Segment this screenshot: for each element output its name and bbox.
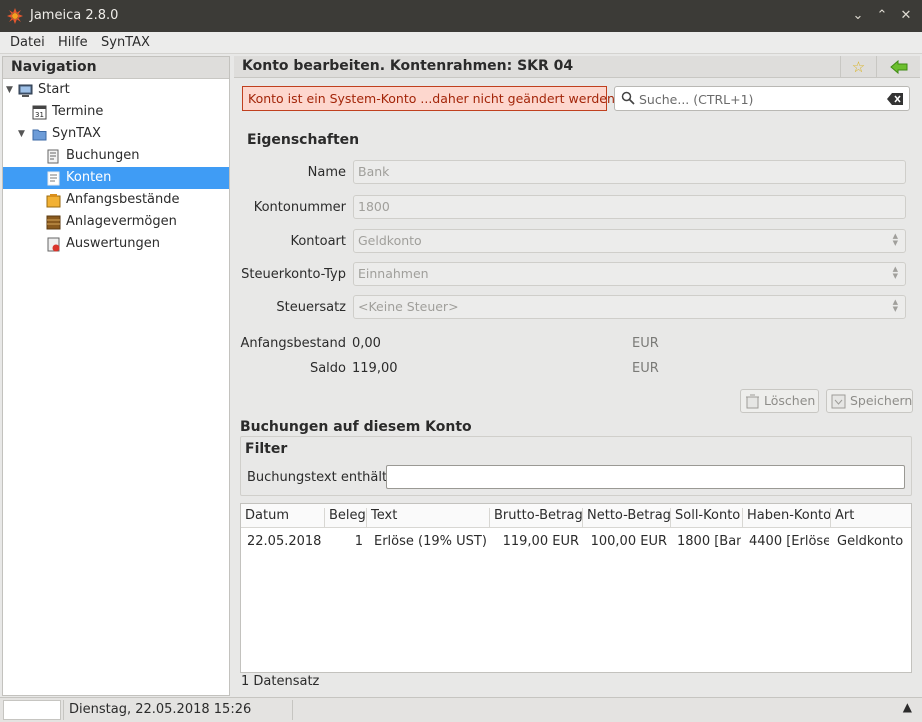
navigation-header: Navigation: [3, 57, 229, 79]
account-number-label: Kontonummer: [253, 200, 346, 215]
balance-label: Saldo: [309, 361, 346, 376]
minimize-icon[interactable]: ⌄: [848, 6, 868, 26]
balance-value: 119,00: [352, 361, 398, 376]
cell-art: Geldkonto: [837, 534, 904, 549]
record-count: 1 Datensatz: [241, 674, 320, 689]
tax-rate-select: <Keine Steuer> ▲ ▼: [353, 295, 906, 319]
properties-title: Eigenschaften: [247, 132, 360, 148]
spinner-icon: ▲ ▼: [892, 298, 898, 313]
nav-item-anlagevermoegen[interactable]: Anlagevermögen: [3, 211, 229, 233]
account-type-label: Kontoart: [290, 234, 346, 249]
cell-beleg: 1: [354, 534, 363, 549]
cell-brutto: 119,00 EUR: [502, 534, 579, 549]
menu-syntax[interactable]: SynTAX: [101, 35, 150, 50]
delete-button[interactable]: Löschen: [740, 389, 819, 413]
nav-item-label: SynTAX: [52, 126, 101, 141]
title-bar: Jameica 2.8.0 ⌄ ⌃ ✕: [0, 0, 922, 32]
nav-item-label: Auswertungen: [66, 236, 160, 251]
jameica-app-icon: [7, 8, 23, 24]
menu-hilfe[interactable]: Hilfe: [58, 35, 88, 50]
folder-icon: [32, 129, 47, 141]
maximize-icon[interactable]: ⌃: [872, 6, 892, 26]
calendar-icon-day: 31: [35, 111, 44, 119]
opening-balance-label: Anfangsbestand: [240, 336, 346, 351]
status-datetime: Dienstag, 22.05.2018 15:26: [63, 700, 293, 720]
account-number-field: 1800: [353, 195, 906, 219]
clear-search-icon[interactable]: [887, 93, 903, 105]
menu-bar: Datei Hilfe SynTAX: [0, 32, 922, 54]
cell-soll: 1800 [Ban: [677, 534, 741, 549]
save-icon: [831, 394, 846, 409]
status-bar: Dienstag, 22.05.2018 15:26 ▲: [0, 697, 922, 722]
nav-item-label: Start: [38, 82, 70, 97]
nav-item-termine[interactable]: 31 Termine: [3, 101, 229, 123]
nav-item-label: Anfangsbestände: [66, 192, 180, 207]
main-panel: Konto bearbeiten. Kontenrahmen: SKR 04 ☆…: [234, 56, 920, 696]
nav-item-label: Buchungen: [66, 148, 140, 163]
nav-item-label: Konten: [66, 170, 112, 185]
bookings-icon: [47, 149, 59, 164]
main-header: Konto bearbeiten. Kontenrahmen: SKR 04 ☆: [234, 56, 920, 78]
delete-button-label: Löschen: [764, 393, 816, 408]
nav-item-anfangsbestaende[interactable]: Anfangsbestände: [3, 189, 229, 211]
table-row[interactable]: 22.05.2018 1 Erlöse (19% UST) 119,00 EUR…: [241, 504, 911, 556]
nav-item-konten[interactable]: Konten: [3, 167, 229, 189]
back-arrow-icon[interactable]: [876, 56, 920, 78]
tax-account-type-value: Einnahmen: [358, 266, 429, 281]
filter-title: Filter: [245, 441, 288, 457]
save-button-label: Speichern: [850, 393, 913, 408]
status-cell-empty: [3, 700, 61, 720]
account-type-select: Geldkonto ▲ ▼: [353, 229, 906, 253]
cell-text: Erlöse (19% UST): [374, 534, 487, 549]
opening-balance-currency: EUR: [632, 336, 659, 351]
name-field: Bank: [353, 160, 906, 184]
name-label: Name: [307, 165, 346, 180]
window-title: Jameica 2.8.0: [30, 8, 119, 23]
filter-group: Filter Buchungstext enthält: [240, 436, 912, 496]
bookings-table: Datum Beleg Text Brutto-Betrag Netto-Bet…: [240, 503, 912, 673]
filter-text-input[interactable]: [386, 465, 905, 489]
spinner-icon: ▲ ▼: [892, 265, 898, 280]
cell-datum: 22.05.2018: [247, 534, 322, 549]
tax-account-type-label: Steuerkonto-Typ: [241, 267, 346, 282]
search-input[interactable]: Suche... (CTRL+1): [614, 86, 910, 111]
balance-currency: EUR: [632, 361, 659, 376]
system-account-warning: Konto ist ein System-Konto ...daher nich…: [242, 86, 615, 111]
spinner-icon: ▲ ▼: [892, 232, 898, 247]
tax-account-type-select: Einnahmen ▲ ▼: [353, 262, 906, 286]
navigation-panel: Navigation ▼ Start 31 Termine ▼ SynTAX B…: [2, 56, 230, 696]
search-placeholder: Suche... (CTRL+1): [639, 92, 754, 107]
opening-balance-icon: [46, 194, 61, 208]
nav-item-label: Anlagevermögen: [66, 214, 177, 229]
close-icon[interactable]: ✕: [896, 6, 916, 26]
accounts-icon: [47, 171, 60, 186]
nav-item-syntax[interactable]: SynTAX: [3, 123, 229, 145]
cell-netto: 100,00 EUR: [590, 534, 667, 549]
bookings-title: Buchungen auf diesem Konto: [240, 419, 472, 435]
delete-icon: [746, 394, 759, 409]
cell-haben: 4400 [Erlöse: [749, 534, 829, 549]
account-type-value: Geldkonto: [358, 233, 422, 248]
filter-text-label: Buchungstext enthält: [247, 470, 388, 485]
nav-item-buchungen[interactable]: Buchungen: [3, 145, 229, 167]
search-icon: [621, 91, 635, 105]
expand-up-icon[interactable]: ▲: [903, 700, 912, 714]
nav-item-start[interactable]: Start: [3, 79, 229, 101]
tax-rate-label: Steuersatz: [276, 300, 346, 315]
assets-icon: [46, 215, 61, 230]
calendar-icon: 31: [32, 105, 47, 120]
page-title: Konto bearbeiten. Kontenrahmen: SKR 04: [242, 58, 574, 74]
nav-item-auswertungen[interactable]: Auswertungen: [3, 233, 229, 255]
reports-icon: [47, 237, 60, 252]
nav-item-label: Termine: [52, 104, 104, 119]
computer-icon: [18, 84, 33, 97]
tax-rate-value: <Keine Steuer>: [358, 299, 459, 314]
star-icon[interactable]: ☆: [840, 56, 876, 78]
menu-datei[interactable]: Datei: [10, 35, 45, 50]
opening-balance-value: 0,00: [352, 336, 381, 351]
save-button[interactable]: Speichern: [826, 389, 913, 413]
